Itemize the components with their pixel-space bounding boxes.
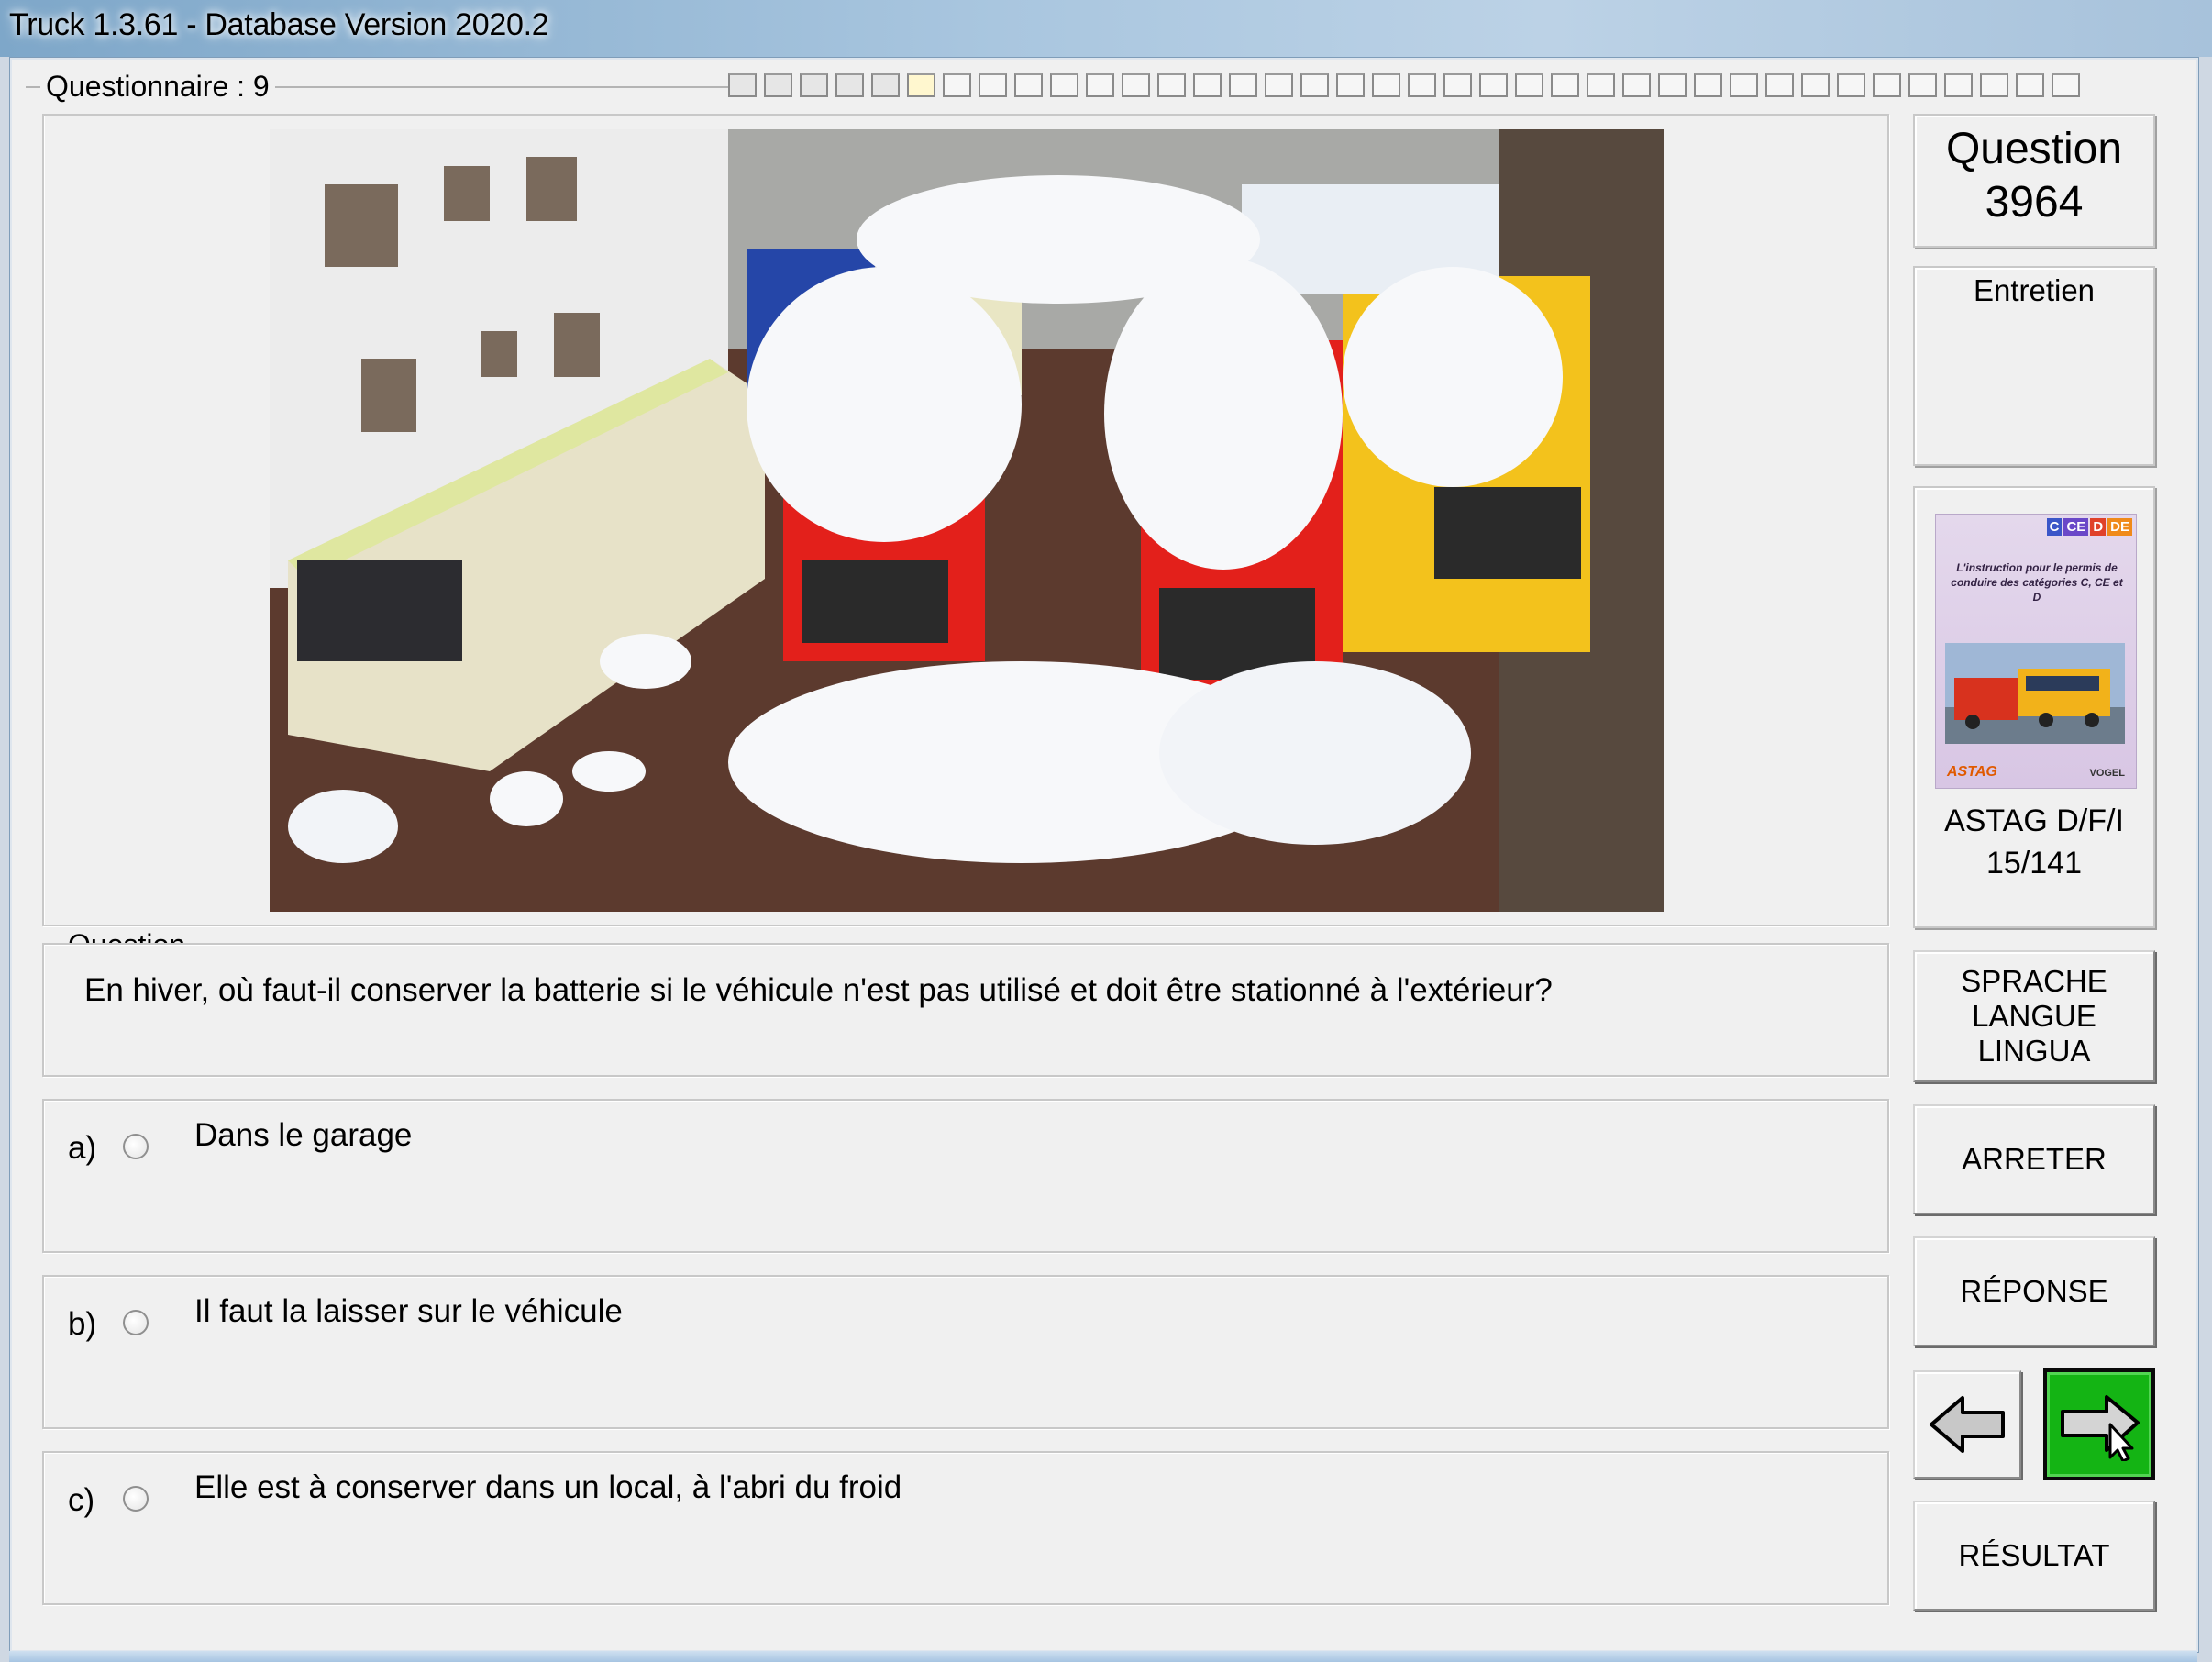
answer-text: Elle est à conserver dans un local, à l'… bbox=[194, 1469, 902, 1505]
progress-cell bbox=[1443, 73, 1472, 97]
book-logo-right: VOGEL bbox=[2089, 768, 2125, 779]
progress-cell bbox=[728, 73, 757, 97]
book-cover-image: C CE D DE L'instruction pour le permis de c… bbox=[1935, 514, 2137, 789]
progress-cell bbox=[1694, 73, 1722, 97]
book-tab-d: D bbox=[2090, 518, 2107, 536]
answer-radio[interactable] bbox=[123, 1486, 149, 1512]
progress-cell bbox=[1229, 73, 1257, 97]
progress-cell bbox=[871, 73, 900, 97]
title-bar: Truck 1.3.61 - Database Version 2020.2 bbox=[0, 0, 2212, 57]
book-tab-de: DE bbox=[2107, 518, 2132, 536]
progress-cell bbox=[1157, 73, 1186, 97]
category-box: Entretien bbox=[1913, 266, 2155, 466]
progress-cell bbox=[979, 73, 1007, 97]
answer-option-b[interactable]: b) Il faut la laisser sur le véhicule bbox=[42, 1275, 1889, 1429]
progress-cell bbox=[1551, 73, 1579, 97]
progress-cell bbox=[1014, 73, 1043, 97]
progress-cell bbox=[1873, 73, 1901, 97]
answer-option-a[interactable]: a) Dans le garage bbox=[42, 1099, 1889, 1253]
answer-letter: c) bbox=[68, 1482, 95, 1518]
window-title: Truck 1.3.61 - Database Version 2020.2 bbox=[9, 7, 549, 42]
next-question-button[interactable] bbox=[2043, 1368, 2155, 1480]
progress-cell bbox=[1372, 73, 1400, 97]
question-panel bbox=[42, 943, 1889, 1077]
show-answer-button[interactable]: RÉPONSE bbox=[1913, 1236, 2155, 1346]
book-logo-left: ASTAG bbox=[1947, 764, 1997, 780]
progress-cell bbox=[1765, 73, 1794, 97]
progress-cell bbox=[907, 73, 935, 97]
question-photo bbox=[270, 129, 1664, 912]
window-bottom-edge bbox=[9, 1651, 2197, 1662]
progress-cell bbox=[2052, 73, 2080, 97]
progress-cell bbox=[764, 73, 792, 97]
book-cover-text: L'instruction pour le permis de conduire… bbox=[1951, 561, 2123, 604]
language-label-de: SPRACHE bbox=[1961, 964, 2107, 998]
progress-cell bbox=[1408, 73, 1436, 97]
question-number: 3964 bbox=[1985, 178, 2084, 227]
answer-letter: b) bbox=[68, 1306, 97, 1342]
progress-cell bbox=[1193, 73, 1222, 97]
progress-cell bbox=[1658, 73, 1687, 97]
progress-cell bbox=[1944, 73, 1973, 97]
progress-cell bbox=[1730, 73, 1758, 97]
stop-button[interactable]: ARRETER bbox=[1913, 1104, 2155, 1214]
progress-cell bbox=[1300, 73, 1329, 97]
answer-radio[interactable] bbox=[123, 1310, 149, 1335]
progress-cell bbox=[1622, 73, 1651, 97]
progress-cell bbox=[1336, 73, 1365, 97]
progress-cell bbox=[835, 73, 864, 97]
question-number-label: Question bbox=[1945, 125, 2123, 173]
progress-cell bbox=[1980, 73, 2008, 97]
progress-cell bbox=[800, 73, 828, 97]
progress-cell bbox=[1050, 73, 1078, 97]
progress-cell bbox=[1265, 73, 1293, 97]
book-publisher: ASTAG D/F/I bbox=[1944, 803, 2124, 838]
language-button[interactable]: SPRACHE LANGUE LINGUA bbox=[1913, 950, 2155, 1082]
progress-cell bbox=[1122, 73, 1150, 97]
progress-cell bbox=[943, 73, 971, 97]
answer-option-c[interactable]: c) Elle est à conserver dans un local, à… bbox=[42, 1451, 1889, 1605]
questionnaire-label: Questionnaire : 9 bbox=[40, 70, 275, 104]
previous-question-button[interactable] bbox=[1913, 1370, 2021, 1479]
progress-track bbox=[728, 73, 2087, 97]
answer-text: Il faut la laisser sur le véhicule bbox=[194, 1293, 623, 1329]
category-label: Entretien bbox=[1973, 273, 2096, 307]
progress-cell bbox=[1515, 73, 1543, 97]
progress-cell bbox=[1086, 73, 1114, 97]
book-page-reference: 15/141 bbox=[1986, 846, 2082, 881]
progress-cell bbox=[1837, 73, 1865, 97]
book-tab-ce: CE bbox=[2063, 518, 2089, 536]
truck-and-bus-icon bbox=[1945, 643, 2125, 744]
progress-cell bbox=[2016, 73, 2044, 97]
answer-letter: a) bbox=[68, 1130, 97, 1166]
progress-cell bbox=[1479, 73, 1508, 97]
photo-snow-covered-buses-icon bbox=[270, 129, 1664, 912]
progress-cell bbox=[1801, 73, 1830, 97]
progress-cell bbox=[1908, 73, 1937, 97]
progress-cell bbox=[1587, 73, 1615, 97]
book-category-tabs: C CE D DE bbox=[2046, 518, 2132, 536]
book-tab-c: C bbox=[2046, 518, 2063, 536]
arrow-right-icon bbox=[2061, 1395, 2140, 1461]
question-number-box: Question 3964 bbox=[1913, 114, 2155, 248]
arrow-left-icon bbox=[1930, 1396, 2005, 1453]
language-label-fr: LANGUE bbox=[1972, 999, 2096, 1033]
question-text: En hiver, où faut-il conserver la batter… bbox=[84, 972, 1553, 1008]
language-label-it: LINGUA bbox=[1977, 1034, 2091, 1068]
answer-text: Dans le garage bbox=[194, 1117, 413, 1153]
answer-radio[interactable] bbox=[123, 1134, 149, 1159]
reference-book-box: C CE D DE L'instruction pour le permis de c… bbox=[1913, 486, 2155, 928]
result-button[interactable]: RÉSULTAT bbox=[1913, 1501, 2155, 1611]
